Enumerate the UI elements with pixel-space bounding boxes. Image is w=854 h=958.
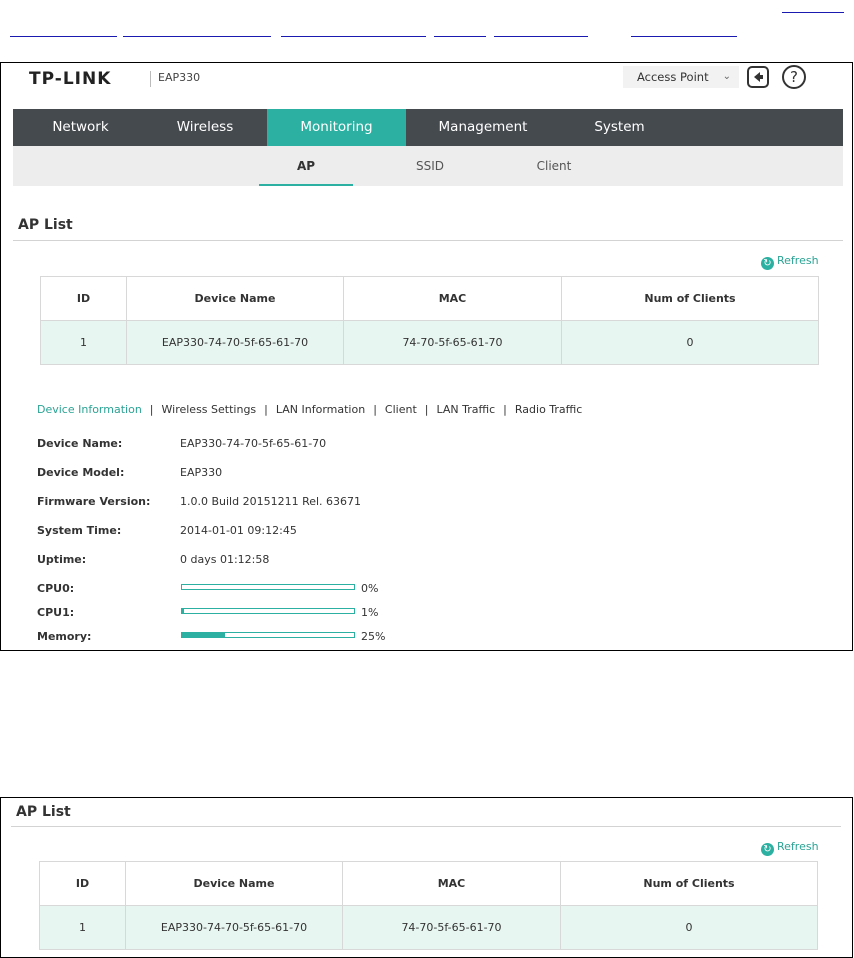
cell-mac: 74-70-5f-65-61-70	[342, 905, 561, 950]
ap-list-table: ID Device Name MAC Num of Clients 1 EAP3…	[40, 276, 819, 365]
tab-lan-information[interactable]: LAN Information	[276, 403, 365, 416]
refresh-icon: ↻	[761, 257, 774, 270]
refresh-label: Refresh	[777, 254, 819, 267]
memory-percent: 25%	[361, 630, 386, 643]
cell-num-clients: 0	[561, 320, 819, 365]
section-divider	[13, 240, 843, 241]
logout-arrow-icon	[754, 72, 763, 82]
cell-num-clients: 0	[560, 905, 818, 950]
ap-list-title: AP List	[16, 804, 71, 820]
column-header-num-clients: Num of Clients	[561, 276, 819, 321]
cpu1-label: CPU1:	[37, 606, 75, 619]
firmware-label: Firmware Version:	[37, 495, 151, 508]
logout-icon[interactable]	[747, 66, 769, 88]
logo-divider	[150, 71, 151, 87]
device-model-value: EAP330	[180, 466, 223, 479]
mode-select[interactable]: Access Point ⌄	[623, 66, 739, 88]
cpu0-label: CPU0:	[37, 582, 75, 595]
memory-label: Memory:	[37, 630, 92, 643]
nav-system[interactable]: System	[563, 109, 676, 146]
firmware-value: 1.0.0 Build 20151211 Rel. 63671	[180, 495, 362, 508]
cell-device-name: EAP330-74-70-5f-65-61-70	[125, 905, 343, 950]
monitoring-screenshot: TP-LINK EAP330 Access Point ⌄ ? Network …	[0, 62, 853, 651]
page-header: TP-LINK EAP330 Access Point ⌄ ?	[13, 63, 843, 109]
cpu0-percent: 0%	[361, 582, 379, 595]
chevron-down-icon: ⌄	[722, 71, 731, 82]
memory-progress-bar	[181, 632, 355, 638]
section-divider	[11, 826, 841, 827]
device-name-label: Device Name:	[37, 437, 123, 450]
doc-link-underline[interactable]	[434, 36, 486, 37]
ap-list-table: ID Device Name MAC Num of Clients 1 EAP3…	[39, 861, 818, 950]
ap-list-screenshot: AP List ↻ Refresh ID Device Name MAC Num …	[0, 797, 853, 958]
device-name-value: EAP330-74-70-5f-65-61-70	[180, 437, 327, 450]
refresh-button[interactable]: ↻ Refresh	[761, 840, 819, 856]
tab-separator: |	[373, 403, 377, 416]
subtab-client[interactable]: Client	[509, 146, 599, 186]
memory-progress-fill	[182, 633, 225, 637]
table-header-row: ID Device Name MAC Num of Clients	[40, 276, 819, 321]
tab-radio-traffic[interactable]: Radio Traffic	[515, 403, 582, 416]
help-icon[interactable]: ?	[782, 65, 806, 89]
main-nav: Network Wireless Monitoring Management S…	[13, 109, 843, 146]
detail-tabs: Device Information | Wireless Settings | LAN…	[37, 403, 582, 416]
column-header-mac: MAC	[343, 276, 562, 321]
system-time-label: System Time:	[37, 524, 122, 537]
nav-network[interactable]: Network	[13, 109, 148, 146]
tab-separator: |	[503, 403, 507, 416]
subtab-ssid[interactable]: SSID	[385, 146, 475, 186]
model-name: EAP330	[158, 71, 201, 84]
subtab-ap[interactable]: AP	[259, 146, 353, 186]
document-link-bar	[0, 0, 854, 40]
doc-link-underline[interactable]	[281, 36, 426, 37]
table-row[interactable]: 1 EAP330-74-70-5f-65-61-70 74-70-5f-65-6…	[39, 905, 818, 950]
tab-separator: |	[264, 403, 268, 416]
tab-separator: |	[149, 403, 154, 416]
column-header-id: ID	[40, 276, 127, 321]
doc-link-underline[interactable]	[123, 36, 271, 37]
tab-separator: |	[424, 403, 429, 416]
cpu0-progress-bar	[181, 584, 355, 590]
column-header-device-name: Device Name	[125, 861, 343, 906]
nav-monitoring[interactable]: Monitoring	[267, 109, 406, 146]
refresh-button[interactable]: ↻ Refresh	[761, 254, 819, 270]
refresh-label: Refresh	[777, 840, 819, 853]
tab-device-information[interactable]: Device Information	[37, 403, 142, 416]
table-row[interactable]: 1 EAP330-74-70-5f-65-61-70 74-70-5f-65-6…	[40, 320, 819, 365]
system-time-value: 2014-01-01 09:12:45	[180, 524, 297, 537]
nav-wireless[interactable]: Wireless	[148, 109, 262, 146]
cell-device-name: EAP330-74-70-5f-65-61-70	[126, 320, 344, 365]
device-model-label: Device Model:	[37, 466, 125, 479]
tab-client[interactable]: Client	[385, 403, 417, 416]
doc-link-underline[interactable]	[782, 12, 844, 13]
uptime-value: 0 days 01:12:58	[180, 553, 270, 566]
column-header-device-name: Device Name	[126, 276, 344, 321]
table-header-row: ID Device Name MAC Num of Clients	[39, 861, 818, 906]
cpu1-progress-fill	[182, 609, 184, 613]
column-header-id: ID	[39, 861, 126, 906]
tplink-logo: TP-LINK	[29, 69, 112, 89]
cpu1-progress-bar	[181, 608, 355, 614]
cell-id: 1	[39, 905, 126, 950]
cell-id: 1	[40, 320, 127, 365]
sub-nav: AP SSID Client	[13, 146, 843, 186]
ap-list-title: AP List	[18, 217, 73, 233]
uptime-label: Uptime:	[37, 553, 87, 566]
doc-link-underline[interactable]	[631, 36, 737, 37]
tab-wireless-settings[interactable]: Wireless Settings	[162, 403, 257, 416]
cpu1-percent: 1%	[361, 606, 379, 619]
tab-lan-traffic[interactable]: LAN Traffic	[436, 403, 495, 416]
refresh-icon: ↻	[761, 843, 774, 856]
nav-management[interactable]: Management	[419, 109, 547, 146]
column-header-mac: MAC	[342, 861, 561, 906]
doc-link-underline[interactable]	[494, 36, 588, 37]
mode-select-value: Access Point	[637, 70, 709, 84]
doc-link-underline[interactable]	[10, 36, 117, 37]
cell-mac: 74-70-5f-65-61-70	[343, 320, 562, 365]
column-header-num-clients: Num of Clients	[560, 861, 818, 906]
